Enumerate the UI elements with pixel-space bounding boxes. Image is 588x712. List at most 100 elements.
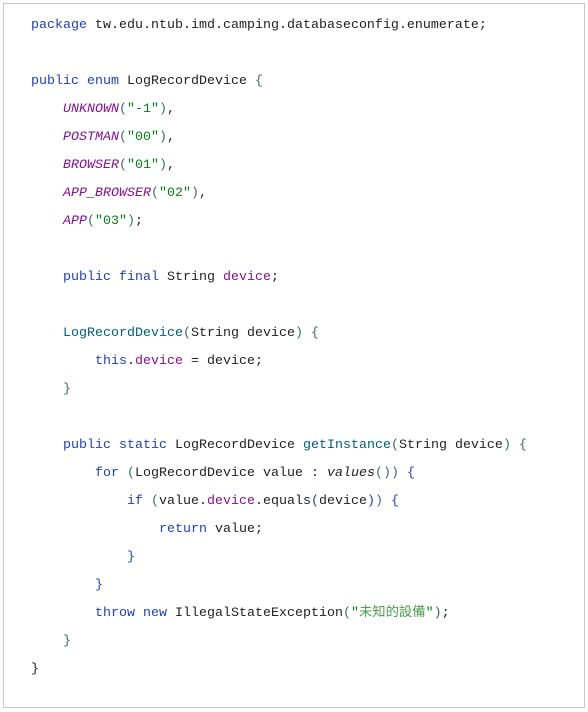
code-token: value.: [158, 494, 207, 509]
code-line: APP_BROWSER("02"),: [31, 180, 527, 208]
code-token: ): [190, 186, 199, 201]
code-token: LogRecordDevice: [118, 74, 255, 89]
code-token: (: [390, 438, 399, 453]
code-token: }: [63, 382, 71, 397]
code-line: POSTMAN("00"),: [31, 124, 527, 152]
code-token: ): [366, 494, 375, 509]
code-token: device: [206, 494, 255, 509]
code-token: LogRecordDevice: [63, 326, 183, 341]
code-line: }: [31, 628, 527, 656]
code-token: "01": [127, 158, 159, 173]
code-token: .: [127, 354, 135, 369]
code-token: if: [126, 494, 143, 509]
code-token: "03": [95, 214, 127, 229]
code-line: if (value.device.equals(device)) {: [31, 488, 527, 516]
code-token: ): [127, 214, 135, 229]
code-token: (: [310, 494, 319, 509]
code-token: ): [159, 130, 167, 145]
code-token: .equals: [254, 494, 311, 509]
code-token: ,: [198, 186, 207, 201]
code-token: ): [502, 438, 511, 453]
code-line: package tw.edu.ntub.imd.camping.database…: [31, 12, 527, 40]
code-token: APP_BROWSER: [63, 186, 151, 201]
code-line: UNKNOWN("-1"),: [31, 96, 527, 124]
code-token: ,: [167, 102, 175, 117]
code-line: public enum LogRecordDevice {: [31, 68, 527, 96]
code-token: this: [95, 354, 127, 369]
code-token: device: [222, 270, 271, 285]
code-block: package tw.edu.ntub.imd.camping.database…: [31, 12, 527, 684]
code-token: IllegalStateException: [166, 606, 343, 621]
code-token: (: [150, 186, 159, 201]
code-token: "-1": [127, 102, 159, 117]
code-token: UNKNOWN: [63, 102, 119, 117]
code-token: value;: [206, 522, 263, 537]
code-line: BROWSER("01"),: [31, 152, 527, 180]
code-token: public enum: [31, 74, 119, 89]
code-token: ,: [167, 130, 175, 145]
code-token: ;: [441, 606, 450, 621]
code-token: (: [119, 130, 127, 145]
code-token: (): [374, 466, 391, 481]
code-line: APP("03");: [31, 208, 527, 236]
code-line: }: [31, 544, 527, 572]
code-token: device: [135, 354, 183, 369]
code-token: (: [342, 606, 351, 621]
code-token: LogRecordDevice value :: [135, 466, 327, 481]
code-line: this.device = device;: [31, 348, 527, 376]
code-token: 未知的設備: [358, 606, 426, 621]
code-line: }: [31, 376, 527, 404]
code-token: }: [126, 550, 135, 565]
code-line: public static LogRecordDevice getInstanc…: [31, 432, 527, 460]
code-token: (: [119, 158, 127, 173]
code-line: return value;: [31, 516, 527, 544]
code-token: public static: [63, 438, 167, 453]
code-token: for: [95, 466, 119, 481]
code-token: ,: [167, 158, 175, 173]
code-token: ): [294, 326, 303, 341]
code-token: (: [119, 102, 127, 117]
code-token: BROWSER: [63, 158, 119, 173]
code-token: }: [63, 634, 71, 649]
code-token: device: [318, 494, 367, 509]
code-token: "00": [127, 130, 159, 145]
code-token: {: [310, 326, 319, 341]
code-token: ": [425, 606, 434, 621]
code-token: (: [150, 494, 159, 509]
code-token: String device: [398, 438, 503, 453]
code-token: String: [158, 270, 223, 285]
code-token: {: [390, 494, 399, 509]
code-line: }: [31, 572, 527, 600]
code-token: ;: [270, 270, 279, 285]
code-token: throw new: [95, 606, 167, 621]
code-token: public final: [63, 270, 159, 285]
code-line: throw new IllegalStateException("未知的設備")…: [31, 600, 527, 628]
code-token: ;: [135, 214, 143, 229]
code-token: tw.edu.ntub.imd.camping.databaseconfig.e…: [87, 18, 487, 33]
code-line: public final String device;: [31, 264, 527, 292]
code-line: }: [31, 656, 527, 684]
code-token: (: [127, 466, 135, 481]
code-token: APP: [63, 214, 87, 229]
code-token: }: [31, 662, 39, 677]
